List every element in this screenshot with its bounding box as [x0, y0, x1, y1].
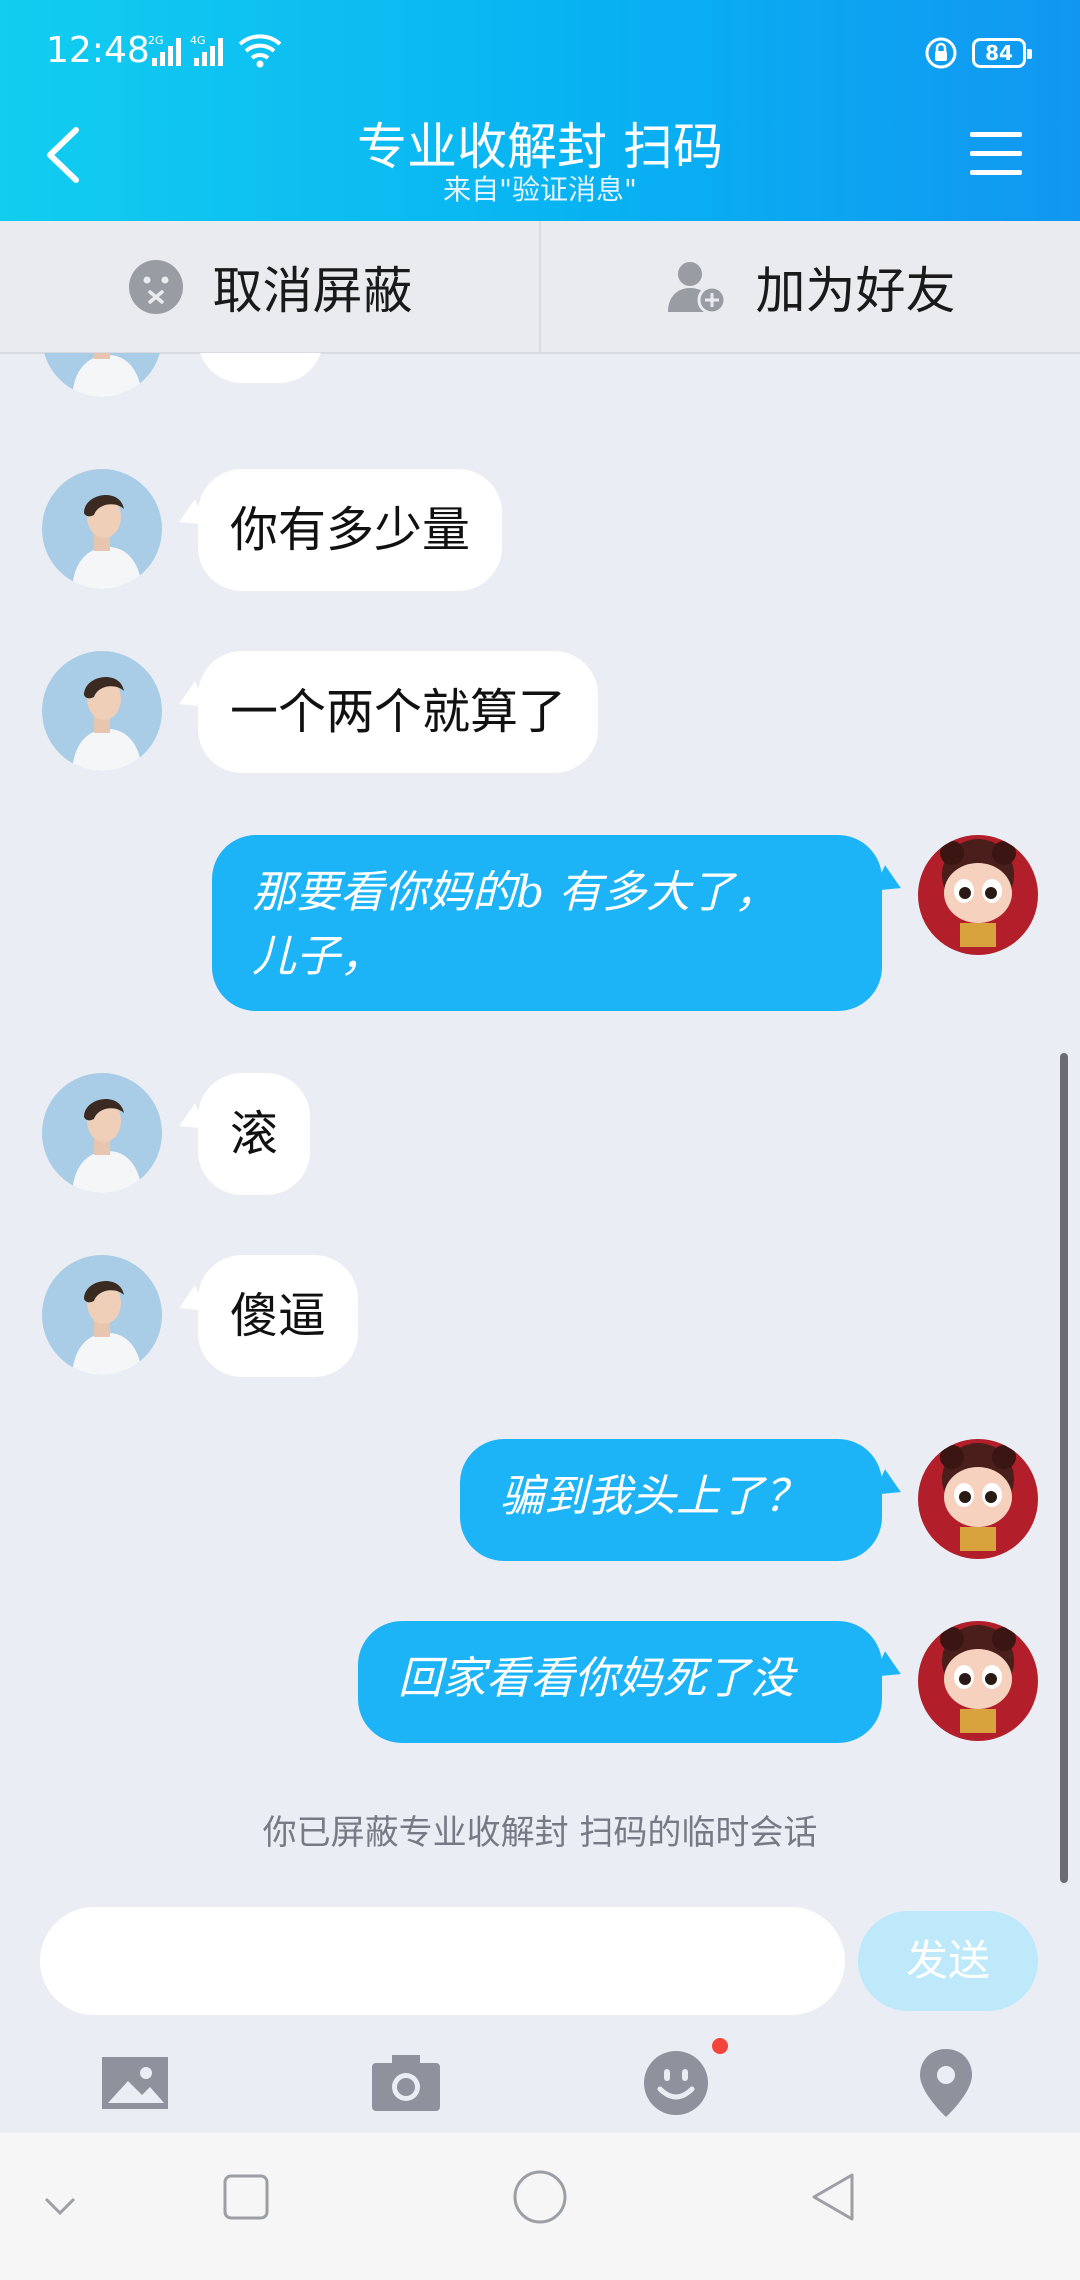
outgoing-message[interactable]: 那要看你妈的b 有多大了， 儿子， [212, 835, 882, 1011]
outgoing-message[interactable]: 骗到我头上了？ [460, 1439, 882, 1561]
image-icon[interactable] [96, 2043, 176, 2123]
contact-avatar[interactable] [42, 1255, 162, 1375]
incoming-message[interactable]: 你有多少量 [198, 469, 503, 591]
svg-text:4G: 4G [190, 34, 206, 47]
incoming-message[interactable]: 傻逼 [198, 1255, 359, 1377]
wifi-icon [238, 34, 282, 68]
contact-avatar[interactable] [42, 469, 162, 589]
my-avatar[interactable] [918, 835, 1038, 955]
add-friend-label: 加为好友 [755, 261, 956, 320]
emoji-icon[interactable] [636, 2043, 716, 2123]
contact-avatar[interactable] [42, 353, 162, 397]
outgoing-message[interactable]: 回家看看你妈死了没 [358, 1621, 882, 1743]
recents-icon[interactable] [222, 2173, 270, 2221]
battery-indicator: 84 [972, 38, 1032, 68]
chat-subtitle: 来自"验证消息" [443, 173, 637, 206]
scrollbar[interactable] [1060, 1053, 1068, 1883]
incoming-message[interactable]: 一个两个就算了 [198, 651, 599, 773]
my-avatar[interactable] [918, 1439, 1038, 1559]
add-friend-button[interactable]: 加为好友 [541, 221, 1080, 352]
home-icon[interactable] [512, 2169, 568, 2225]
back-nav-icon[interactable] [808, 2171, 858, 2223]
unblock-button[interactable]: 取消屏蔽 [0, 221, 541, 352]
signal-4g-icon: 4G [190, 34, 223, 66]
menu-icon[interactable] [966, 124, 1026, 184]
contact-avatar[interactable] [42, 651, 162, 771]
send-button[interactable]: 发送 [858, 1911, 1038, 2011]
blocked-notice: 你已屏蔽专业收解封 扫码的临时会话 [262, 1813, 818, 1853]
camera-icon[interactable] [366, 2043, 446, 2123]
message-input[interactable] [40, 1907, 845, 2015]
notification-dot [712, 2038, 728, 2054]
status-bar: 12:48 2G 4G 84 [0, 0, 1080, 110]
contact-avatar[interactable] [42, 1073, 162, 1193]
incoming-message[interactable]: 滚 [198, 1073, 311, 1195]
lock-rotation-icon [925, 37, 957, 69]
blocked-icon [128, 259, 183, 314]
message-line: 那要看你妈的b 有多大了， [252, 867, 779, 918]
unblock-label: 取消屏蔽 [212, 261, 413, 320]
location-icon[interactable] [906, 2043, 986, 2123]
chevron-down-icon[interactable] [40, 2185, 80, 2225]
status-time: 12:48 [46, 30, 150, 71]
message-list[interactable]: 80 你有多少量 一个两个就算了 那要看你妈的b 有多大了， 儿子， 滚 傻逼 … [0, 353, 1080, 1883]
signal-2g-icon: 2G [148, 34, 181, 66]
system-navigation-bar [0, 2133, 1080, 2280]
message-line: 儿子， [252, 931, 384, 982]
input-bar: 发送 [0, 1883, 1080, 2133]
chat-header: 12:48 2G 4G 84 专业收解封 扫码 来自"验证消息" [0, 0, 1080, 221]
add-friend-icon [667, 261, 726, 314]
incoming-message[interactable]: 80 [198, 353, 324, 383]
my-avatar[interactable] [918, 1621, 1038, 1741]
svg-text:2G: 2G [148, 34, 164, 47]
action-bar: 取消屏蔽 加为好友 [0, 221, 1080, 354]
